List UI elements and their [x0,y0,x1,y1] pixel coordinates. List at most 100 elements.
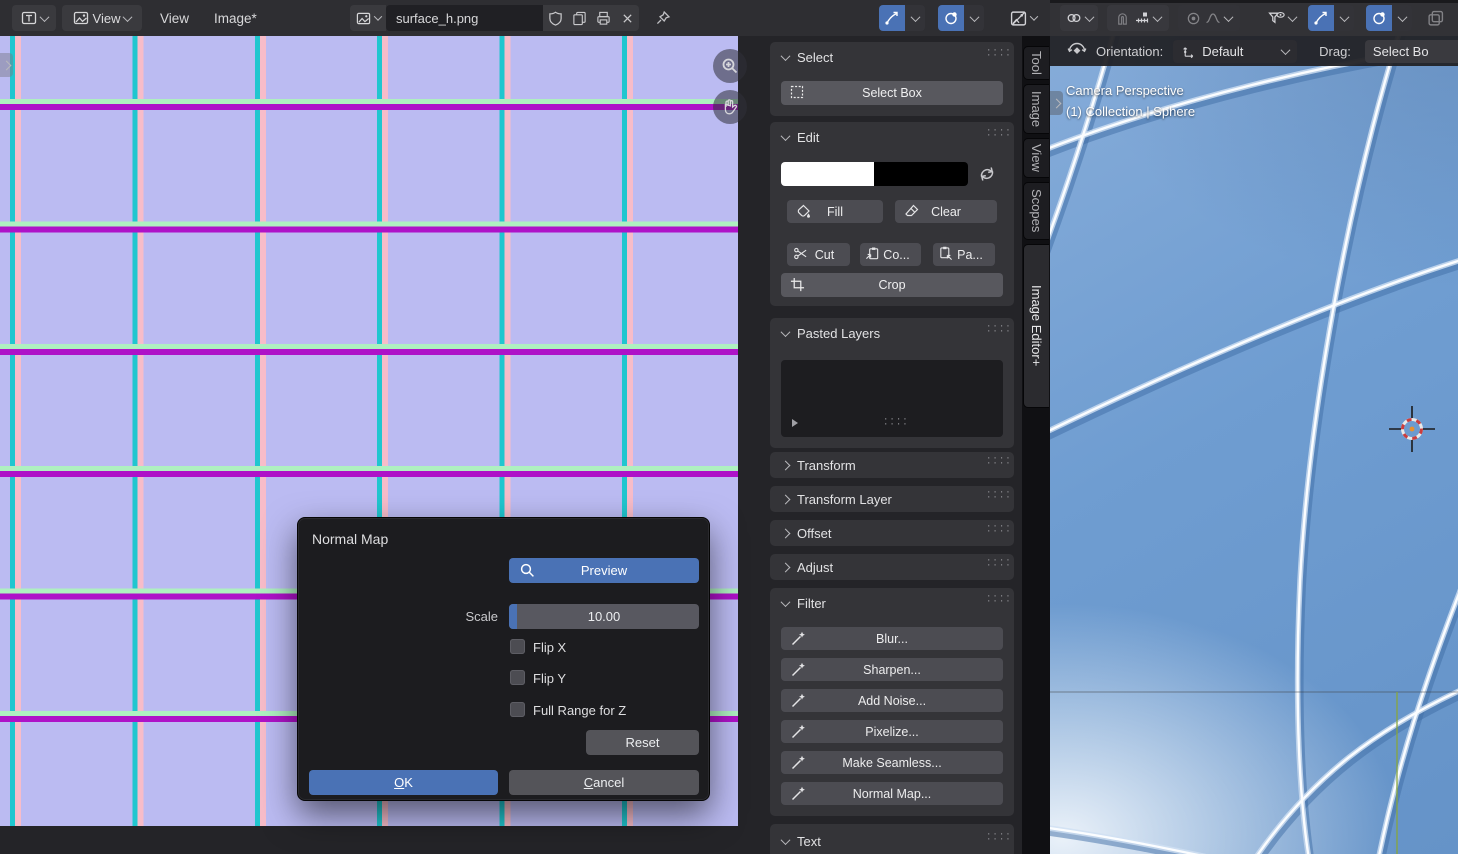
zoom-button[interactable] [713,49,747,83]
render-preview-button[interactable] [1420,5,1450,31]
collapse-icon[interactable] [781,528,791,538]
panel-grip[interactable]: ········ [986,325,1004,334]
pixelize-button[interactable]: Pixelize... [781,720,1003,743]
sidebar-tab-strip: Tool Image View Scopes Image Editor+ [1022,36,1050,854]
menu-view[interactable]: View [152,0,197,36]
normal-map-button[interactable]: Normal Map... [781,782,1003,805]
chevron-down-icon [969,12,979,22]
flip-y-label[interactable]: Flip Y [533,671,566,686]
collapse-icon[interactable] [781,494,791,504]
filter-panel-title[interactable]: Filter [797,596,826,611]
viewport-snap-dropdown[interactable] [1334,5,1354,31]
tab-image-editor-plus[interactable]: Image Editor+ [1023,244,1049,408]
image-name-field[interactable]: surface_h.png [386,5,553,31]
paste-button[interactable]: Pa... [933,243,995,266]
layers-list[interactable]: ········ [781,360,1003,437]
new-image-button[interactable] [567,5,591,31]
panel-grip[interactable]: ········ [986,559,1004,568]
pin-button[interactable] [650,5,676,31]
viewport-mode-dropdown[interactable] [1060,5,1098,31]
panel-grip[interactable]: ········ [986,457,1004,466]
drag-mode-dropdown[interactable]: Select Bo [1365,40,1458,63]
transform-layer-panel: Transform Layer ········ [770,486,1014,512]
panel-grip[interactable]: ········ [986,129,1004,138]
pack-image-button[interactable] [591,5,615,31]
flip-x-checkbox[interactable] [510,639,525,654]
tab-view[interactable]: View [1023,138,1049,178]
fill-button[interactable]: Fill [787,200,883,223]
fake-user-shield-button[interactable] [543,5,567,31]
collapse-icon[interactable] [781,460,791,470]
collapse-icon[interactable] [781,835,791,845]
ok-button[interactable]: OK [309,770,498,795]
make-seamless-button[interactable]: Make Seamless... [781,751,1003,774]
panel-grip[interactable]: ········ [986,833,1004,842]
primary-color-swatch[interactable] [781,162,874,186]
viewport-toolbar-expand-tab[interactable] [1050,91,1063,115]
edit-panel-title[interactable]: Edit [797,130,819,145]
display-mode-dropdown[interactable]: View [62,5,142,31]
panel-grip[interactable]: ········ [986,595,1004,604]
collapse-icon[interactable] [781,562,791,572]
orientation-dropdown[interactable]: Default [1173,40,1297,63]
display-channels-dropdown[interactable] [1002,5,1044,31]
add-noise-button[interactable]: Add Noise... [781,689,1003,712]
text-panel-title[interactable]: Text [797,834,821,849]
chevron-right-icon [1052,98,1062,108]
browse-image-dropdown[interactable] [350,5,386,31]
toolbar-expand-tab[interactable] [0,53,13,77]
viewport-proportional-dropdown[interactable] [1392,5,1412,31]
clear-button[interactable]: Clear [895,200,997,223]
secondary-color-swatch[interactable] [874,162,968,186]
copy-button[interactable]: Co... [860,243,921,266]
pasted-layers-title[interactable]: Pasted Layers [797,326,880,341]
full-range-z-label[interactable]: Full Range for Z [533,703,626,718]
wand-icon [790,692,807,709]
scale-slider[interactable]: 10.00 [509,604,699,629]
panel-grip[interactable]: ········ [986,491,1004,500]
collapse-icon[interactable] [781,51,791,61]
collapse-icon[interactable] [781,131,791,141]
editor-type-dropdown[interactable] [12,5,56,31]
pan-button[interactable] [713,90,747,124]
proportional-edit-dropdown[interactable] [964,5,984,31]
select-panel: Select ········ Select Box [770,42,1014,116]
viewport-proportional-settings[interactable] [1178,5,1240,31]
close-icon [623,14,630,21]
chevron-down-icon [1153,12,1163,22]
select-box-button[interactable]: Select Box [781,81,1003,105]
proportional-edit-toggle[interactable] [938,5,964,31]
blur-button[interactable]: Blur... [781,627,1003,650]
select-panel-title[interactable]: Select [797,50,833,65]
reset-button[interactable]: Reset [586,730,699,755]
unlink-image-button[interactable] [615,5,639,31]
viewport-snap-toggle[interactable] [1308,5,1334,31]
collapse-icon[interactable] [781,597,791,607]
full-range-z-checkbox[interactable] [510,702,525,717]
preview-button[interactable]: Preview [509,558,699,583]
menu-image[interactable]: Image* [206,0,265,36]
swap-colors-button[interactable] [977,164,997,184]
tab-scopes[interactable]: Scopes [1023,182,1049,240]
cut-button[interactable]: Cut [787,243,850,266]
snap-settings[interactable] [1107,5,1169,31]
collapse-icon[interactable] [781,327,791,337]
panel-grip[interactable]: ········ [986,49,1004,58]
panel-grip[interactable]: ········ [986,525,1004,534]
viewport-proportional-toggle[interactable] [1366,5,1392,31]
chevron-down-icon [1084,12,1094,22]
flip-x-label[interactable]: Flip X [533,640,566,655]
flip-y-checkbox[interactable] [510,670,525,685]
sharpen-button[interactable]: Sharpen... [781,658,1003,681]
cancel-button[interactable]: Cancel [509,770,699,795]
uv-snap-dropdown[interactable] [905,5,925,31]
tab-image[interactable]: Image [1023,84,1049,134]
filter-visibility-dropdown[interactable] [1262,5,1302,31]
dashed-square-icon [790,85,804,99]
tab-tool[interactable]: Tool [1023,46,1049,80]
viewport-3d[interactable]: Camera Perspective (1) Collection | Sphe… [1050,36,1458,854]
crop-button[interactable]: Crop [781,273,1003,297]
list-grip[interactable]: ········ [883,418,901,427]
uv-snap-toggle[interactable] [879,5,905,31]
play-triangle-icon[interactable] [789,417,801,429]
